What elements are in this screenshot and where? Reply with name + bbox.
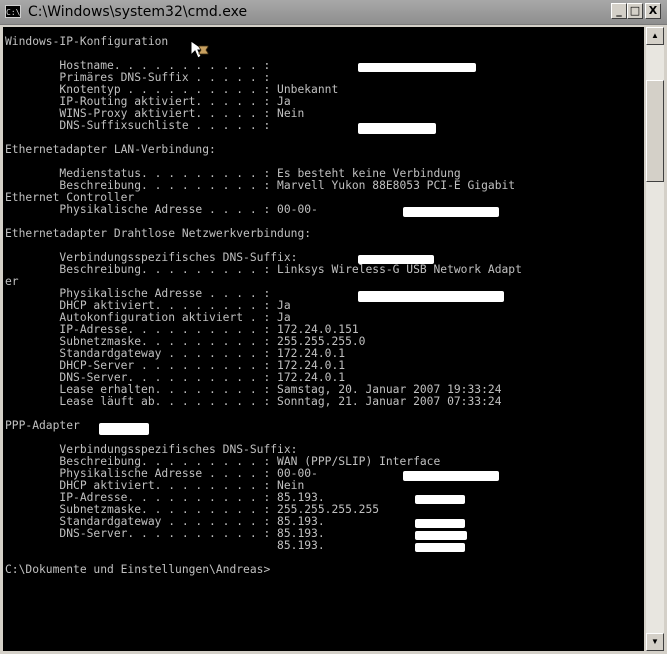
console-line: Physikalische Adresse . . . . : 00-00- <box>5 203 318 216</box>
scroll-up-arrow-icon[interactable]: ▲ <box>646 27 664 45</box>
redaction-ppp-dns1 <box>415 531 467 540</box>
console-line: DNS-Suffixsuchliste . . . . . : <box>5 119 278 132</box>
hourglass-cursor-icon <box>190 40 209 59</box>
vertical-scrollbar[interactable]: ▲ ▼ <box>646 27 664 651</box>
console-line: Lease läuft ab. . . . . . . . : Sonntag,… <box>5 395 502 408</box>
console-app-icon[interactable]: C:\ <box>5 5 21 18</box>
redaction-ppp-gateway <box>415 519 465 528</box>
redaction-wlan-mac <box>358 291 504 302</box>
redaction-wlan-dns-suffix <box>358 255 434 264</box>
redaction-dns-suffix-list <box>358 123 436 134</box>
scroll-down-arrow-icon[interactable]: ▼ <box>646 633 664 651</box>
scrollbar-thumb[interactable] <box>646 80 664 182</box>
maximize-button[interactable]: □ <box>627 3 643 19</box>
console-output-area[interactable]: Windows-IP-Konfiguration Hostname. . . .… <box>3 27 644 651</box>
redaction-lan-mac <box>403 207 499 217</box>
console-line: Ethernetadapter Drahtlose Netzwerkverbin… <box>5 227 312 240</box>
console-line: 85.193. <box>5 539 325 552</box>
window-title: C:\Windows\system32\cmd.exe <box>28 4 248 20</box>
redaction-ppp-name <box>99 423 149 435</box>
console-line: Windows-IP-Konfiguration <box>5 35 169 48</box>
title-bar[interactable]: C:\ C:\Windows\system32\cmd.exe _ □ X <box>0 0 667 25</box>
console-window: C:\ C:\Windows\system32\cmd.exe _ □ X Wi… <box>0 0 667 654</box>
redaction-ppp-ip <box>415 495 465 504</box>
redaction-hostname <box>358 63 476 72</box>
redaction-ppp-mac <box>403 471 499 481</box>
console-line: Ethernetadapter LAN-Verbindung: <box>5 143 216 156</box>
console-line: Beschreibung. . . . . . . . . : Linksys … <box>5 263 522 276</box>
minimize-button[interactable]: _ <box>611 3 627 19</box>
close-button[interactable]: X <box>645 3 661 19</box>
console-line: C:\Dokumente und Einstellungen\Andreas> <box>5 563 271 576</box>
redaction-ppp-dns2 <box>415 543 465 552</box>
